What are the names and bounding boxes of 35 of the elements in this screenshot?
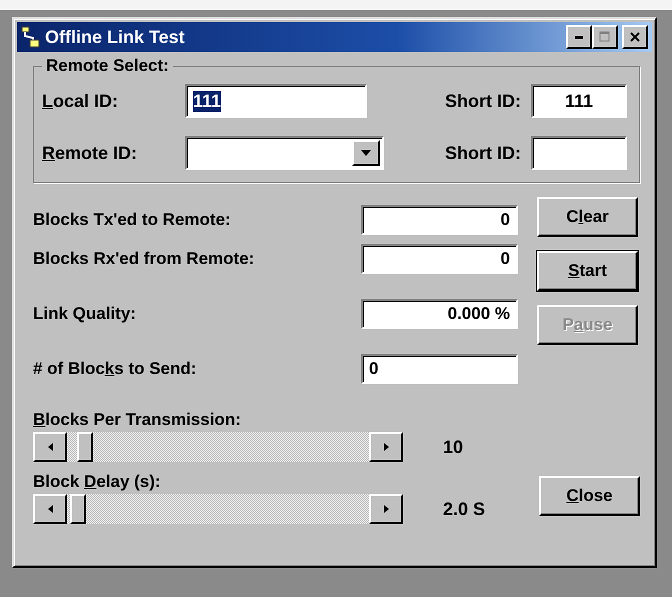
slider-thumb[interactable] xyxy=(77,432,94,462)
input-field[interactable]: 111 xyxy=(185,84,367,118)
stat-label: Blocks Tx'ed to Remote: xyxy=(33,210,231,230)
dropdown-field[interactable] xyxy=(185,136,384,170)
stat-label: Blocks Rx'ed from Remote: xyxy=(33,249,254,269)
close-button[interactable] xyxy=(622,25,648,49)
value-field: 0 xyxy=(361,205,518,235)
input-field[interactable]: 111 xyxy=(531,84,627,118)
slider-label: Block Delay (s): xyxy=(33,472,162,492)
minimize-button[interactable] xyxy=(566,25,592,49)
plug-icon xyxy=(21,26,41,48)
slider-label: Blocks Per Transmission: xyxy=(33,410,242,430)
slider-value: 10 xyxy=(443,436,464,458)
field-label: Short ID: xyxy=(445,142,521,164)
close-icon xyxy=(629,31,641,43)
field-label: Remote ID: xyxy=(42,142,138,164)
field-label: Short ID: xyxy=(445,90,521,112)
stat-label: Link Quality: xyxy=(33,304,136,324)
input-field[interactable] xyxy=(531,136,627,170)
stat-label: # of Blocks to Send: xyxy=(33,359,196,379)
action-button[interactable]: Clear xyxy=(537,197,638,237)
slider-thumb[interactable] xyxy=(70,494,86,524)
close-button[interactable]: Close xyxy=(539,476,640,516)
input-field[interactable]: 0 xyxy=(361,354,518,384)
action-button[interactable]: Start xyxy=(537,251,638,291)
value-field: 0.000 % xyxy=(361,299,518,329)
maximize-icon xyxy=(599,31,611,43)
field-label: Local ID: xyxy=(42,90,120,112)
slider-value: 2.0 S xyxy=(443,498,486,520)
window-title: Offline Link Test xyxy=(45,26,185,48)
minimize-icon xyxy=(575,36,583,38)
value-field: 0 xyxy=(361,244,518,274)
scroll-slider[interactable] xyxy=(33,432,403,462)
scroll-slider[interactable] xyxy=(33,494,403,524)
group-title: Remote Select: xyxy=(45,56,170,76)
